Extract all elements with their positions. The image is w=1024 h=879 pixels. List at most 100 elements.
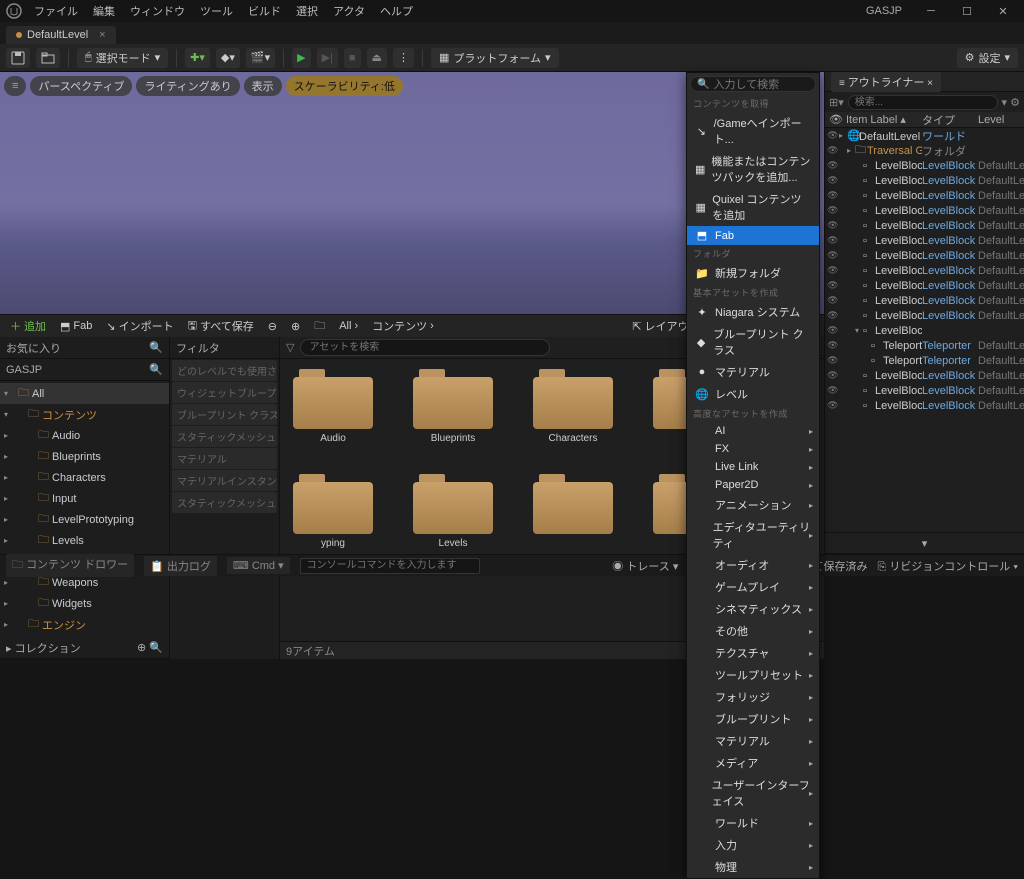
folder-item[interactable] bbox=[528, 474, 618, 549]
menu-選択[interactable]: 選択 bbox=[290, 1, 324, 21]
folder-item[interactable]: Characters bbox=[528, 369, 618, 444]
lighting-pill[interactable]: ライティングあり bbox=[136, 76, 239, 96]
viewport-menu-button[interactable]: ≡ bbox=[4, 76, 26, 96]
col-label[interactable]: Item Label bbox=[846, 114, 897, 126]
ctx-item[interactable]: ⬒Fab bbox=[687, 226, 819, 245]
revision-button[interactable]: ⎘ リビジョンコントロール ▾ bbox=[877, 558, 1018, 574]
filter-item[interactable]: どのレベルでも使用されてい bbox=[172, 360, 277, 381]
save-all-button[interactable]: 🖫 すべて保存 bbox=[184, 317, 258, 335]
skip-button[interactable]: ▶| bbox=[317, 48, 338, 68]
search-icon[interactable]: 🔍 bbox=[149, 341, 163, 354]
search-icon[interactable]: 🔍 bbox=[149, 363, 163, 376]
breadcrumb-folder-icon[interactable]: 🗀 bbox=[310, 317, 329, 335]
save-button[interactable] bbox=[6, 48, 30, 68]
tree-item[interactable]: ▸🗀Input bbox=[0, 488, 169, 509]
ctx-item[interactable]: 📁新規フォルダ bbox=[687, 262, 819, 284]
ctx-item[interactable]: ✦Niagara システム bbox=[687, 301, 819, 323]
stop-button[interactable]: ■ bbox=[344, 48, 361, 68]
settings-button[interactable]: ⚙ 設定 ▾ bbox=[957, 48, 1018, 68]
ctx-item[interactable]: ゲームプレイ▸ bbox=[687, 576, 819, 598]
menu-ヘルプ[interactable]: ヘルプ bbox=[374, 1, 419, 21]
ctx-item[interactable]: ↘/Gameへインポート... bbox=[687, 112, 819, 150]
level-tab[interactable]: DefaultLevel × bbox=[6, 26, 116, 44]
outliner-row[interactable]: 👁▫LevelBlock2LevelBlockDefaultLev bbox=[825, 173, 1024, 188]
blueprints-button[interactable]: ◆▾ bbox=[216, 48, 240, 68]
ctx-item[interactable]: ユーザーインターフェイス▸ bbox=[687, 774, 819, 812]
add-button[interactable]: ＋追加 bbox=[6, 317, 50, 335]
eye-icon[interactable]: 👁 bbox=[829, 113, 843, 126]
history-fwd-button[interactable]: ⊕ bbox=[287, 317, 304, 335]
ctx-item[interactable]: ワールド▸ bbox=[687, 812, 819, 834]
outliner-tab[interactable]: ≡ アウトライナー × bbox=[831, 72, 941, 92]
outliner-row[interactable]: 👁▸🗀Traversal Gymフォルダ bbox=[825, 143, 1024, 158]
trace-button[interactable]: ◉ トレース ▾ bbox=[612, 558, 678, 574]
ctx-item[interactable]: 物理▸ bbox=[687, 856, 819, 878]
menu-編集[interactable]: 編集 bbox=[87, 1, 121, 21]
history-back-button[interactable]: ⊖ bbox=[264, 317, 281, 335]
cinematics-button[interactable]: 🎬▾ bbox=[246, 48, 275, 68]
menu-ツール[interactable]: ツール bbox=[194, 1, 239, 21]
menu-ファイル[interactable]: ファイル bbox=[28, 1, 84, 21]
add-collection-icon[interactable]: ⊕ 🔍 bbox=[137, 641, 163, 654]
ctx-item[interactable]: ▦Quixel コンテンツを追加 bbox=[687, 188, 819, 226]
ctx-item[interactable]: ブループリント▸ bbox=[687, 708, 819, 730]
close-tab-icon[interactable]: × bbox=[99, 29, 105, 41]
breadcrumb-content[interactable]: コンテンツ › bbox=[368, 317, 438, 335]
play-options-button[interactable]: ⋮ bbox=[393, 48, 414, 68]
tree-item[interactable]: ▾🗀All bbox=[0, 383, 169, 404]
filter-item[interactable]: スタティックメッシュ bbox=[172, 492, 277, 513]
ctx-item[interactable]: 入力▸ bbox=[687, 834, 819, 856]
breadcrumb-all[interactable]: All › bbox=[335, 317, 362, 335]
outliner-row[interactable]: 👁▫LevelBlock3LevelBlockDefaultLev bbox=[825, 188, 1024, 203]
ctx-item[interactable]: Paper2D▸ bbox=[687, 476, 819, 494]
outliner-row[interactable]: 👁▫LevelBlock9LevelBlockDefaultLev bbox=[825, 278, 1024, 293]
ctx-item[interactable]: エディタユーティリティ▸ bbox=[687, 516, 819, 554]
platform-button[interactable]: ▦ プラットフォーム ▾ bbox=[431, 48, 559, 68]
outliner-row[interactable]: 👁▫Teleporter_SendTeleporterDefaultLev bbox=[825, 338, 1024, 353]
menu-ビルド[interactable]: ビルド bbox=[242, 1, 287, 21]
outliner-row[interactable]: 👁▾▫LevelBlock12 bbox=[825, 323, 1024, 338]
close-button[interactable]: ✕ bbox=[988, 1, 1018, 21]
tree-item[interactable]: ▾🗀コンテンツ bbox=[0, 404, 169, 425]
filter-item[interactable]: ウィジェットブループリント bbox=[172, 382, 277, 403]
ctx-item[interactable]: AI▸ bbox=[687, 422, 819, 440]
outliner-row[interactable]: 👁▫LevelBlock11LevelBlockDefaultLev bbox=[825, 308, 1024, 323]
expand-arrow-icon[interactable]: ▾ bbox=[922, 537, 928, 550]
show-pill[interactable]: 表示 bbox=[244, 76, 282, 96]
browse-button[interactable] bbox=[36, 48, 60, 68]
ctx-item[interactable]: テクスチャ▸ bbox=[687, 642, 819, 664]
minimize-button[interactable]: ─ bbox=[916, 1, 946, 21]
add-actor-button[interactable]: ✚▾ bbox=[185, 48, 210, 68]
folder-item[interactable]: Audio bbox=[288, 369, 378, 444]
filter-item[interactable]: マテリアルインスタンス bbox=[172, 470, 277, 491]
filter-icon[interactable]: ⊞▾ bbox=[829, 96, 844, 109]
outliner-row[interactable]: 👁▫LevelBlock_TraverLevelBlockDefaultLev bbox=[825, 398, 1024, 413]
outliner-row[interactable]: 👁▫LevelBlock5LevelBlockDefaultLev bbox=[825, 218, 1024, 233]
ctx-item[interactable]: ▦機能またはコンテンツパックを追加... bbox=[687, 150, 819, 188]
ctx-item[interactable]: 🌐レベル bbox=[687, 383, 819, 405]
folder-item[interactable]: Blueprints bbox=[408, 369, 498, 444]
col-type[interactable]: タイプ bbox=[922, 112, 978, 128]
asset-search-input[interactable] bbox=[300, 339, 550, 356]
tree-item[interactable]: ▸🗀Characters bbox=[0, 467, 169, 488]
scalability-pill[interactable]: スケーラビリティ:低 bbox=[286, 76, 403, 96]
filter-item[interactable]: マテリアル bbox=[172, 448, 277, 469]
output-log-button[interactable]: 📋 出力ログ bbox=[144, 556, 217, 576]
perspective-pill[interactable]: パースペクティブ bbox=[30, 76, 132, 96]
eject-button[interactable]: ⏏ bbox=[367, 48, 387, 68]
outliner-row[interactable]: 👁▫Teleporter_SendTeleporterDefaultLev bbox=[825, 353, 1024, 368]
fab-button[interactable]: ⬒ Fab bbox=[56, 317, 96, 335]
outliner-row[interactable]: 👁▫LevelBlock13LevelBlockDefaultLev bbox=[825, 368, 1024, 383]
project-header[interactable]: GASJP🔍 bbox=[0, 359, 169, 381]
outliner-row[interactable]: 👁▫LevelBlock_TraverLevelBlockDefaultLev bbox=[825, 383, 1024, 398]
outliner-row[interactable]: 👁▫LevelBlockLevelBlockDefaultLev bbox=[825, 158, 1024, 173]
mode-selector[interactable]: 🖱 選択モード ▾ bbox=[77, 48, 168, 68]
tree-item[interactable]: ▸🗀Levels bbox=[0, 530, 169, 551]
context-search-input[interactable]: 🔍 入力して検索 bbox=[690, 76, 816, 92]
outliner-settings-icon[interactable]: ▾ ⚙ bbox=[1002, 96, 1020, 109]
ctx-item[interactable]: ◆ブループリント クラス bbox=[687, 323, 819, 361]
outliner-row[interactable]: 👁▫LevelBlock4LevelBlockDefaultLev bbox=[825, 203, 1024, 218]
cmd-label[interactable]: ⌨ Cmd ▾ bbox=[227, 557, 290, 574]
outliner-row[interactable]: 👁▫LevelBlock6LevelBlockDefaultLev bbox=[825, 233, 1024, 248]
play-button[interactable]: ▶ bbox=[292, 48, 310, 68]
